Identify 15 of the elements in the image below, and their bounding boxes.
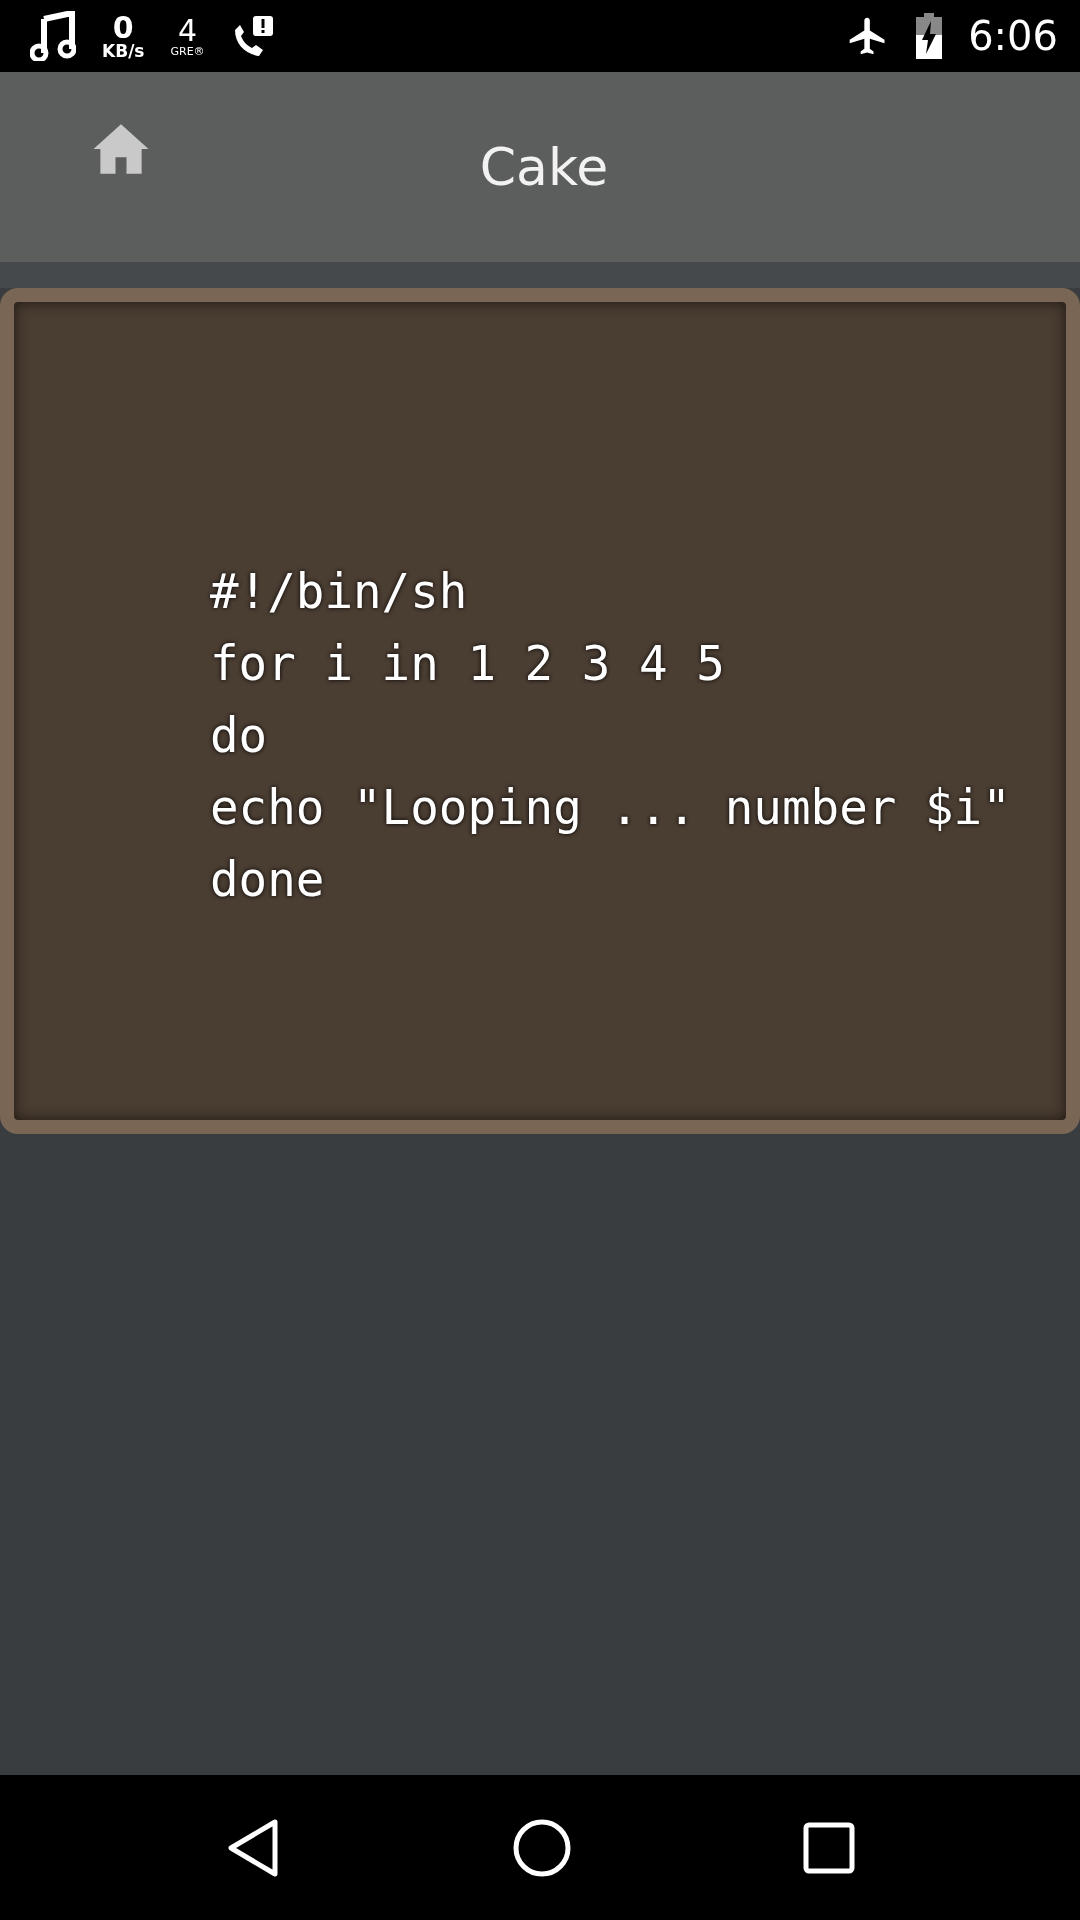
screen-title: Cake — [479, 137, 609, 197]
code-line: echo "Looping ... number $i" — [210, 779, 1012, 837]
recents-icon[interactable] — [802, 1821, 855, 1874]
code-line: do — [210, 707, 269, 765]
home-button-icon[interactable] — [512, 1817, 572, 1878]
clock-time: 6:06 — [968, 13, 1058, 59]
code-line: #!/bin/sh — [210, 563, 469, 621]
battery-charging-icon — [916, 13, 943, 59]
network-label: GRE® — [170, 45, 205, 57]
code-line: for i in 1 2 3 4 5 — [210, 635, 726, 693]
music-icon — [30, 11, 76, 61]
speed-value: 0 — [112, 12, 134, 43]
speed-unit: KB/s — [102, 42, 145, 60]
code-line: done — [210, 851, 326, 909]
network-value: 4 — [178, 15, 198, 46]
